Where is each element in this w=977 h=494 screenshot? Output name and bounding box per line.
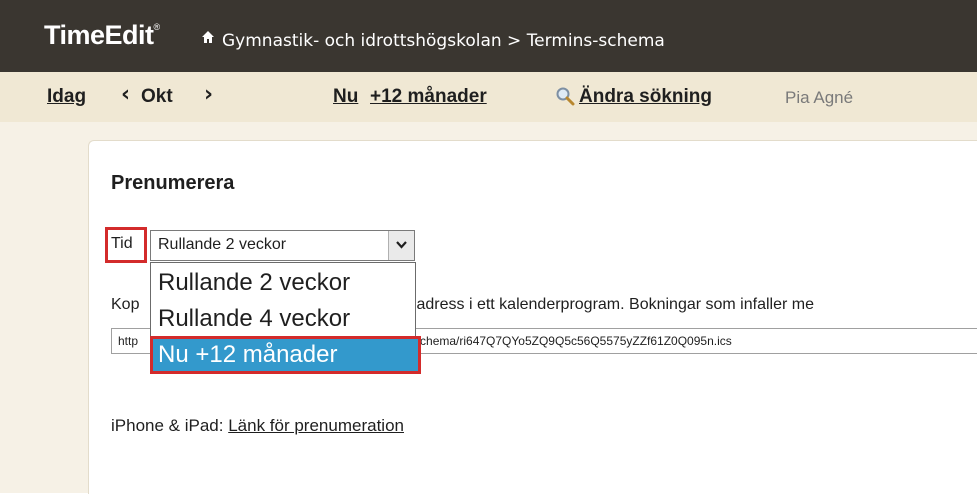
timeedit-logo[interactable]: TimeEdit® bbox=[44, 20, 160, 51]
period-select-value[interactable]: Rullande 2 veckor bbox=[158, 236, 286, 254]
option-red-highlight bbox=[150, 336, 421, 374]
option-rolling-4-weeks[interactable]: Rullande 4 veckor bbox=[158, 305, 350, 333]
tid-highlight bbox=[105, 227, 147, 263]
chevron-down-icon bbox=[396, 241, 407, 249]
user-name: Pia Agné bbox=[785, 88, 854, 107]
next-month-icon[interactable]: › bbox=[204, 82, 213, 107]
change-search-link[interactable]: Ändra sökning bbox=[579, 86, 712, 108]
breadcrumb[interactable]: Gymnastik- och idrottshögskolan > Termin… bbox=[222, 31, 665, 51]
page-title: Prenumerera bbox=[111, 172, 235, 194]
home-icon[interactable] bbox=[201, 30, 215, 44]
iphone-subscription: iPhone & iPad: Länk för prenumeration bbox=[111, 416, 404, 435]
month-label: Okt bbox=[141, 86, 173, 107]
today-link[interactable]: Idag bbox=[47, 86, 86, 108]
option-rolling-2-weeks[interactable]: Rullande 2 veckor bbox=[158, 269, 350, 297]
search-icon[interactable] bbox=[555, 86, 575, 106]
subscription-link[interactable]: Länk för prenumeration bbox=[228, 416, 404, 435]
select-arrow-button[interactable] bbox=[388, 231, 414, 260]
now-link[interactable]: Nu bbox=[333, 86, 358, 108]
prev-month-icon[interactable]: ‹ bbox=[121, 82, 130, 107]
plus-12-months-link[interactable]: +12 månader bbox=[370, 86, 487, 108]
